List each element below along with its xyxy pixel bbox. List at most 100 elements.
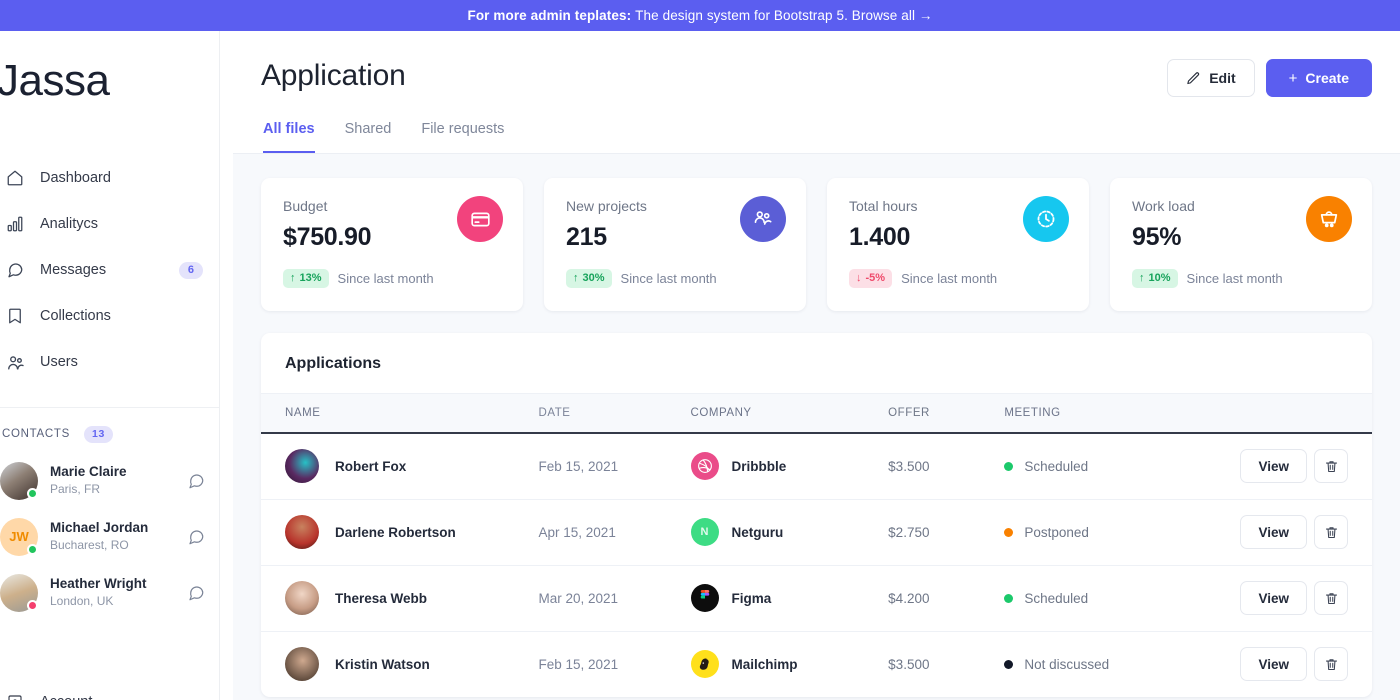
stat-card-total-hours[interactable]: Total hours 1.400 ↓ -5% Since last month	[827, 178, 1089, 311]
stat-delta-value: 30%	[582, 272, 605, 284]
status-badge: Not discussed	[1004, 657, 1240, 672]
column-header-meeting[interactable]: MEETING	[1004, 393, 1241, 434]
view-button[interactable]: View	[1240, 581, 1307, 615]
stat-delta-badge: ↑ 13%	[283, 269, 329, 288]
stat-card-new-projects[interactable]: New projects 215 ↑ 30% Since last month	[544, 178, 806, 311]
table-row[interactable]: Robert Fox Feb 15, 2021 Dribbble $3.500 …	[261, 433, 1372, 500]
sidebar-item-label: Users	[40, 354, 78, 370]
contact-meta: Heather Wright London, UK	[50, 575, 187, 609]
delete-button[interactable]	[1314, 515, 1348, 549]
promo-banner[interactable]: For more admin teplates: The design syst…	[0, 0, 1400, 31]
contacts-title: CONTACTS	[2, 428, 70, 441]
sidebar-item-label: Account	[40, 694, 92, 700]
cell-meeting: Scheduled	[1004, 565, 1241, 632]
cell-offer: $2.750	[888, 499, 1005, 566]
view-button[interactable]: View	[1240, 449, 1307, 484]
person-name: Darlene Robertson	[335, 524, 456, 540]
tab-all-files[interactable]: All files	[263, 121, 315, 153]
column-header-company[interactable]: COMPANY	[690, 393, 889, 434]
avatar: JW	[0, 517, 38, 556]
sidebar-nav: Dashboard Analitycs Messages 6 Collectio…	[0, 155, 219, 385]
create-button-label: Create	[1305, 70, 1349, 86]
contact-item[interactable]: JW Michael Jordan Bucharest, RO	[0, 509, 219, 565]
edit-button[interactable]: Edit	[1167, 59, 1255, 97]
status-dot-busy	[27, 599, 38, 611]
stat-delta-value: -5%	[865, 272, 886, 284]
trash-icon	[1324, 591, 1339, 606]
person-name: Robert Fox	[335, 458, 407, 474]
status-dot	[1004, 461, 1014, 471]
plus-icon: +	[1288, 69, 1298, 87]
main-content: Application Edit + Create All files Shar…	[233, 31, 1400, 700]
view-button[interactable]: View	[1240, 515, 1307, 549]
users-icon	[4, 351, 26, 373]
cell-meeting: Postponed	[1004, 499, 1241, 566]
chat-icon[interactable]	[187, 528, 205, 546]
contact-location: London, UK	[50, 593, 114, 608]
stat-delta-value: 13%	[299, 272, 322, 284]
cell-company: Mailchimp	[690, 631, 889, 697]
stat-card-work-load[interactable]: Work load 95% ↑ 10% Since last month	[1110, 178, 1372, 311]
sidebar-scrollbar[interactable]: ▲	[219, 31, 220, 700]
contacts-count-badge: 13	[84, 426, 114, 443]
content-area: Budget $750.90 ↑ 13% Since last month Ne…	[233, 153, 1400, 700]
stat-footer: ↑ 10% Since last month	[1132, 269, 1352, 288]
status-dot	[1004, 527, 1014, 537]
trash-icon	[1324, 525, 1339, 540]
status-dot	[1004, 659, 1014, 669]
sidebar-item-dashboard[interactable]: Dashboard	[0, 155, 219, 201]
sidebar-item-users[interactable]: Users	[0, 339, 219, 385]
sidebar-item-analitycs[interactable]: Analitycs	[0, 201, 219, 247]
brand-logo[interactable]: Jassa	[0, 31, 219, 103]
avatar	[285, 515, 319, 549]
tab-file-requests[interactable]: File requests	[421, 121, 504, 153]
trash-icon	[1324, 657, 1339, 672]
create-button[interactable]: + Create	[1265, 59, 1372, 97]
column-header-name[interactable]: NAME	[261, 393, 539, 434]
table-header-row: NAME DATE COMPANY OFFER MEETING	[261, 393, 1372, 434]
stat-card-budget[interactable]: Budget $750.90 ↑ 13% Since last month	[261, 178, 523, 311]
column-header-offer[interactable]: OFFER	[888, 393, 1005, 434]
chat-icon[interactable]	[187, 472, 205, 490]
users-icon	[740, 196, 786, 242]
sidebar-item-account[interactable]: Account	[0, 694, 92, 700]
cell-name: Theresa Webb	[261, 565, 539, 632]
delete-button[interactable]	[1314, 647, 1348, 682]
status-label: Not discussed	[1024, 656, 1110, 672]
cell-actions: View	[1240, 499, 1372, 566]
delete-button[interactable]	[1314, 449, 1348, 484]
sidebar-item-collections[interactable]: Collections	[0, 293, 219, 339]
column-header-date[interactable]: DATE	[538, 393, 691, 434]
sidebar-item-messages[interactable]: Messages 6	[0, 247, 219, 293]
contact-item[interactable]: Heather Wright London, UK	[0, 565, 219, 621]
table-row[interactable]: Darlene Robertson Apr 15, 2021 N Netguru	[261, 499, 1372, 566]
chat-icon[interactable]	[187, 584, 205, 602]
avatar	[0, 573, 38, 612]
row-actions: View	[1240, 515, 1348, 549]
cell-actions: View	[1240, 631, 1372, 697]
table-row[interactable]: Theresa Webb Mar 20, 2021 Figma $4.200 S…	[261, 565, 1372, 632]
account-icon	[4, 694, 26, 700]
stat-delta-badge: ↑ 10%	[1132, 269, 1178, 288]
delete-button[interactable]	[1314, 581, 1348, 615]
status-label: Scheduled	[1024, 458, 1089, 474]
contact-item[interactable]: Marie Claire Paris, FR	[0, 453, 219, 509]
stat-since-label: Since last month	[620, 271, 717, 286]
sidebar-item-label: Dashboard	[40, 170, 111, 186]
person: Theresa Webb	[285, 581, 539, 615]
stat-delta-badge: ↓ -5%	[849, 269, 893, 288]
chart-icon	[4, 213, 26, 235]
table-row[interactable]: Kristin Watson Feb 15, 2021 Mailchimp $3…	[261, 631, 1372, 697]
company: Dribbble	[690, 452, 889, 481]
app-shell: Jassa Dashboard Analitycs Messages 6 Col…	[0, 31, 1400, 700]
credit-card-icon	[457, 196, 503, 242]
cell-meeting: Not discussed	[1004, 631, 1240, 697]
stat-cards: Budget $750.90 ↑ 13% Since last month Ne…	[261, 178, 1372, 311]
contact-name: Marie Claire	[50, 464, 127, 480]
pencil-icon	[1186, 71, 1201, 86]
view-button[interactable]: View	[1240, 647, 1307, 682]
home-icon	[4, 167, 26, 189]
tab-shared[interactable]: Shared	[345, 121, 392, 153]
sidebar: Jassa Dashboard Analitycs Messages 6 Col…	[0, 31, 220, 700]
avatar	[285, 449, 319, 484]
